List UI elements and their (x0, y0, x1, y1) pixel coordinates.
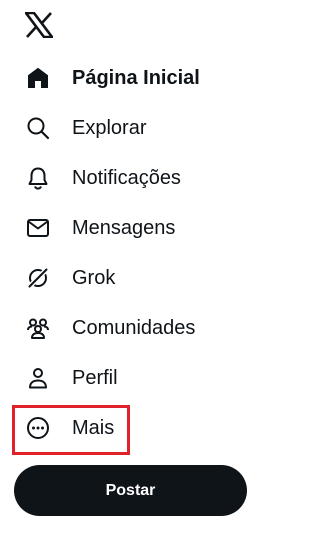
sidebar-item-messages[interactable]: Mensagens (0, 203, 268, 253)
sidebar-item-grok[interactable]: Grok (0, 253, 268, 303)
person-icon (26, 366, 50, 390)
highlight-box (12, 405, 130, 455)
sidebar-item-label: Notificações (72, 167, 181, 189)
sidebar-item-label: Perfil (72, 367, 118, 389)
search-icon (26, 116, 50, 140)
sidebar-item-notifications[interactable]: Notificações (0, 153, 268, 203)
sidebar-nav: Página Inicial Explorar Notificações Men… (0, 53, 268, 453)
bell-icon (26, 166, 50, 190)
sidebar-item-label: Página Inicial (72, 67, 200, 89)
sidebar-item-label: Comunidades (72, 317, 196, 339)
sidebar-item-label: Explorar (72, 117, 147, 139)
grok-icon (26, 266, 50, 290)
x-logo-icon[interactable] (24, 10, 54, 40)
communities-icon (26, 316, 50, 340)
sidebar-item-communities[interactable]: Comunidades (0, 303, 268, 353)
sidebar-item-label: Grok (72, 267, 116, 289)
sidebar-item-explore[interactable]: Explorar (0, 103, 268, 153)
sidebar-item-label: Mensagens (72, 217, 176, 239)
envelope-icon (26, 216, 50, 240)
sidebar-item-profile[interactable]: Perfil (0, 353, 268, 403)
post-button[interactable]: Postar (14, 465, 247, 516)
post-button-label: Postar (105, 481, 156, 499)
sidebar-item-home[interactable]: Página Inicial (0, 53, 268, 103)
home-icon (26, 66, 50, 90)
